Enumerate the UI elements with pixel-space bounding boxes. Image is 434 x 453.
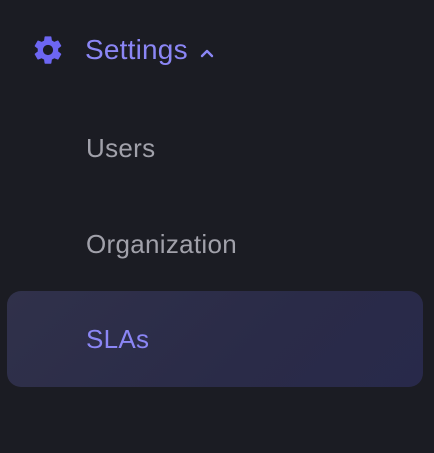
nav-item-label: Organization <box>86 228 238 259</box>
nav-item-slas[interactable]: SLAs <box>7 291 423 387</box>
nav-item-organization[interactable]: Organization <box>7 196 423 292</box>
gear-icon <box>31 33 65 67</box>
settings-nav-panel: Settings Users Organization SLAs <box>0 0 434 453</box>
settings-section-toggle[interactable]: Settings <box>31 26 214 74</box>
nav-item-users[interactable]: Users <box>7 100 423 196</box>
settings-label: Settings <box>85 34 188 65</box>
nav-item-label: SLAs <box>86 323 150 354</box>
nav-item-label: Users <box>86 132 156 163</box>
chevron-up-icon <box>200 46 214 60</box>
